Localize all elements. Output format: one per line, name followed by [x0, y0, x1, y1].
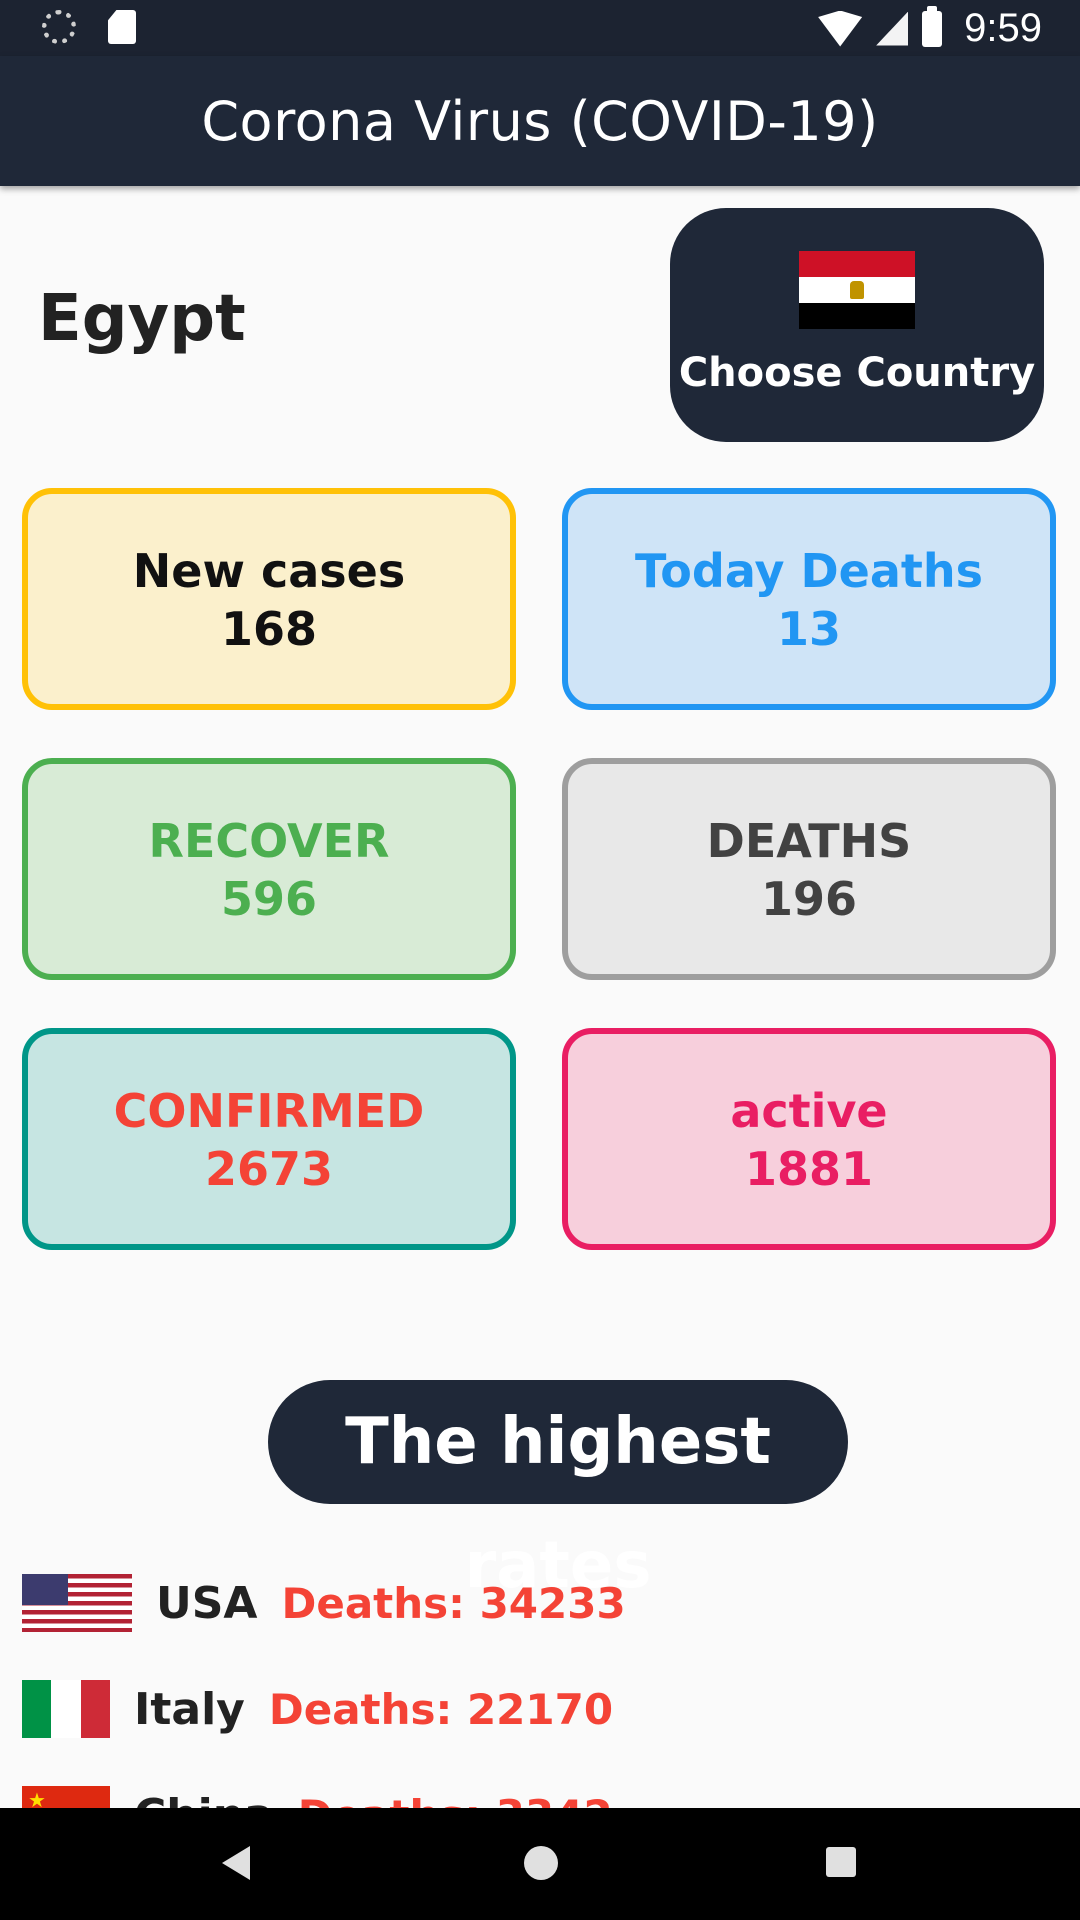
signal-icon	[876, 11, 909, 46]
app-title: Corona Virus (COVID-19)	[201, 90, 879, 153]
new-cases-value: 168	[220, 602, 318, 656]
recover-card: RECOVER 596	[22, 758, 516, 980]
confirmed-value: 2673	[204, 1142, 334, 1196]
home-icon[interactable]	[524, 1846, 558, 1880]
recover-value: 596	[220, 872, 318, 926]
list-item-deaths: Deaths: 22170	[268, 1684, 614, 1734]
list-item[interactable]: Italy Deaths: 22170	[22, 1680, 613, 1738]
list-item-country: USA	[156, 1577, 258, 1629]
egypt-flag-icon	[799, 251, 915, 329]
today-deaths-card: Today Deaths 13	[562, 488, 1056, 710]
recover-label: RECOVER	[148, 814, 390, 868]
navigation-bar	[0, 1808, 1080, 1920]
usa-flag-icon	[22, 1574, 132, 1632]
active-label: active	[730, 1084, 888, 1138]
list-item[interactable]: USA Deaths: 34233	[22, 1574, 626, 1632]
back-icon[interactable]	[222, 1846, 250, 1880]
highest-rates-list[interactable]: USA Deaths: 34233 Italy Deaths: 22170 Ch…	[0, 1560, 1080, 1808]
today-deaths-label: Today Deaths	[635, 544, 983, 598]
status-time: 9:59	[964, 6, 1042, 50]
choose-country-button[interactable]: Choose Country	[670, 208, 1044, 442]
recents-icon[interactable]	[826, 1847, 856, 1877]
loading-icon	[42, 10, 76, 44]
choose-country-label: Choose Country	[678, 350, 1036, 396]
today-deaths-value: 13	[776, 602, 841, 656]
new-cases-card: New cases 168	[22, 488, 516, 710]
highest-rates-title: The highest rates	[268, 1380, 848, 1603]
status-bar: 9:59	[0, 0, 1080, 56]
active-card: active 1881	[562, 1028, 1056, 1250]
deaths-value: 196	[760, 872, 858, 926]
china-flag-icon	[22, 1786, 110, 1808]
deaths-card: DEATHS 196	[562, 758, 1056, 980]
deaths-label: DEATHS	[706, 814, 912, 868]
list-item[interactable]: China Deaths: 3342	[22, 1786, 613, 1808]
list-item-country: Italy	[134, 1683, 245, 1735]
confirmed-label: CONFIRMED	[113, 1084, 425, 1138]
wifi-icon	[818, 10, 863, 47]
list-item-deaths: Deaths: 34233	[281, 1578, 626, 1628]
selected-country-name: Egypt	[38, 282, 246, 356]
new-cases-label: New cases	[132, 544, 406, 598]
list-item-deaths: Deaths: 3342	[298, 1791, 613, 1809]
list-item-country: China	[134, 1790, 274, 1809]
confirmed-card: CONFIRMED 2673	[22, 1028, 516, 1250]
active-value: 1881	[744, 1142, 874, 1196]
italy-flag-icon	[22, 1680, 110, 1738]
app-bar: Corona Virus (COVID-19)	[0, 56, 1080, 186]
battery-icon	[922, 5, 943, 47]
sd-card-icon	[108, 10, 136, 44]
